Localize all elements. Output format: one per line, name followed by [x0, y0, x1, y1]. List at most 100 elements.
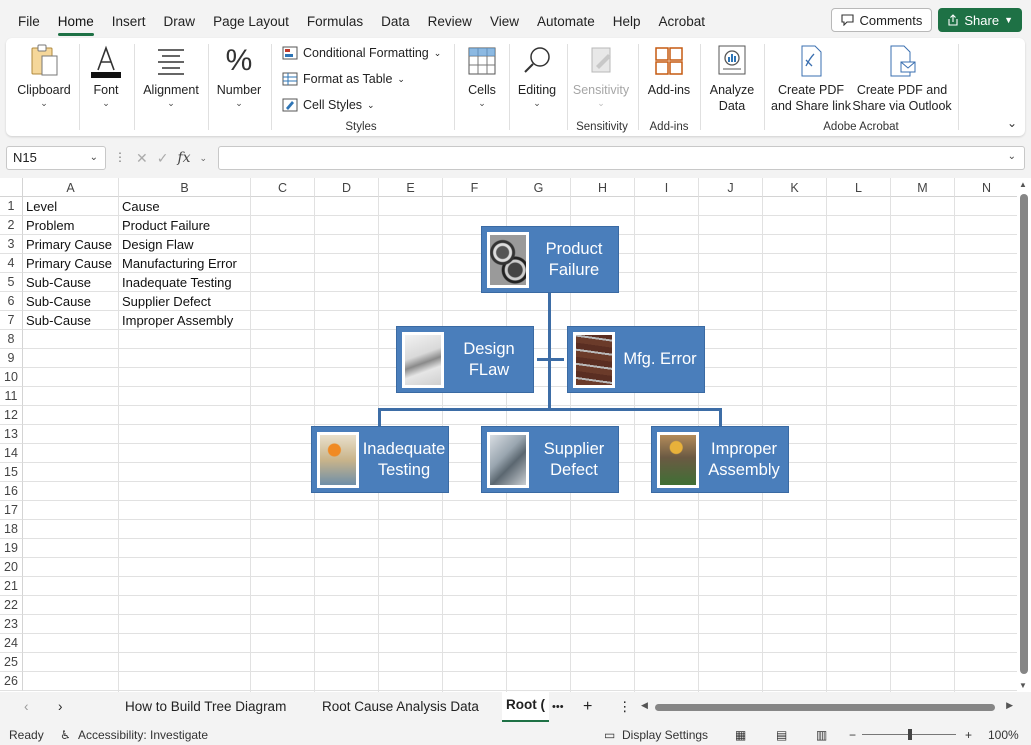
display-settings-button[interactable]: Display Settings — [622, 728, 708, 742]
scroll-left-icon[interactable]: ◀ — [641, 700, 648, 711]
add-ins-button[interactable]: Add-ins — [644, 44, 694, 98]
format-as-table-button[interactable]: Format as Table ⌄ — [282, 72, 405, 86]
row-header[interactable]: 23 — [0, 615, 23, 634]
menu-insert[interactable]: Insert — [103, 0, 155, 40]
row-header[interactable]: 3 — [0, 235, 23, 254]
sheet-options-icon[interactable]: ⋮ — [618, 692, 632, 722]
scroll-right-icon[interactable]: ▶ — [1006, 700, 1013, 711]
create-pdf-share-link-button[interactable]: Create PDF and Share link — [770, 44, 852, 114]
name-box[interactable]: N15 ⌄ — [6, 146, 106, 170]
column-header[interactable]: G — [507, 178, 571, 197]
row-header[interactable]: 22 — [0, 596, 23, 615]
row-header[interactable]: 10 — [0, 368, 23, 387]
add-sheet-button[interactable]: + — [583, 692, 592, 722]
menu-automate[interactable]: Automate — [528, 0, 604, 40]
row-header[interactable]: 13 — [0, 425, 23, 444]
column-header[interactable]: I — [635, 178, 699, 197]
number-button[interactable]: % Number ⌄ — [214, 44, 264, 108]
create-pdf-share-outlook-button[interactable]: Create PDF and Share via Outlook — [852, 44, 952, 114]
sensitivity-button[interactable]: Sensitivity ⌄ — [570, 44, 632, 108]
table-cell[interactable]: Manufacturing Error — [119, 254, 237, 273]
row-header[interactable]: 20 — [0, 558, 23, 577]
row-header[interactable]: 4 — [0, 254, 23, 273]
row-header[interactable]: 6 — [0, 292, 23, 311]
horizontal-scroll-thumb[interactable] — [655, 704, 995, 711]
vertical-scrollbar[interactable]: ▲ ▼ — [1017, 178, 1031, 692]
node-mfg-error[interactable]: Mfg. Error — [567, 326, 705, 393]
menu-view[interactable]: View — [481, 0, 528, 40]
tab-root-active[interactable]: Root ( — [502, 692, 549, 722]
conditional-formatting-button[interactable]: Conditional Formatting ⌄ — [282, 46, 441, 60]
editing-button[interactable]: Editing ⌄ — [514, 44, 560, 108]
ribbon-collapse-chevron-icon[interactable]: ⌄ — [1007, 116, 1017, 130]
menu-draw[interactable]: Draw — [155, 0, 205, 40]
table-cell[interactable]: Primary Cause — [23, 254, 112, 273]
alignment-button[interactable]: Alignment ⌄ — [140, 44, 202, 108]
page-break-view-icon[interactable]: ▥ — [816, 728, 827, 742]
vertical-scroll-thumb[interactable] — [1020, 194, 1028, 674]
menu-file[interactable]: File — [0, 0, 49, 40]
row-header[interactable]: 26 — [0, 672, 23, 691]
column-header[interactable]: F — [443, 178, 507, 197]
more-options-icon[interactable]: ⋮ — [114, 150, 126, 164]
menu-page-layout[interactable]: Page Layout — [204, 0, 298, 40]
table-cell[interactable]: Primary Cause — [23, 235, 112, 254]
column-header[interactable]: H — [571, 178, 635, 197]
table-cell[interactable]: Sub-Cause — [23, 292, 91, 311]
accessibility-status[interactable]: Accessibility: Investigate — [78, 728, 208, 742]
spreadsheet-grid[interactable]: ABCDEFGHIJKLMN 1 2 3 4 5 6 7 8 9 10 11 12 13 14 15 16 17… — [0, 178, 1031, 692]
tab-how-to-build-tree-diagram[interactable]: How to Build Tree Diagram — [125, 692, 286, 722]
row-header[interactable]: 24 — [0, 634, 23, 653]
menu-home[interactable]: Home — [49, 0, 103, 40]
menu-data[interactable]: Data — [372, 0, 419, 40]
cells-button[interactable]: Cells ⌄ — [462, 44, 502, 108]
row-header[interactable]: 17 — [0, 501, 23, 520]
row-header[interactable]: 5 — [0, 273, 23, 292]
check-icon[interactable]: ✓ — [157, 150, 169, 167]
tab-root-cause-analysis-data[interactable]: Root Cause Analysis Data — [322, 692, 479, 722]
table-cell[interactable]: Inadequate Testing — [119, 273, 232, 292]
horizontal-scrollbar[interactable]: ◀ ▶ — [641, 700, 1013, 713]
node-supplier-defect[interactable]: Supplier Defect — [481, 426, 619, 493]
column-header[interactable]: C — [251, 178, 315, 197]
cell-styles-button[interactable]: Cell Styles ⌄ — [282, 98, 375, 112]
chevron-down-icon[interactable]: ⌄ — [90, 147, 98, 169]
row-header[interactable]: 1 — [0, 197, 23, 216]
column-header[interactable]: K — [763, 178, 827, 197]
node-inadequate-testing[interactable]: Inadequate Testing — [311, 426, 449, 493]
row-header[interactable]: 11 — [0, 387, 23, 406]
scroll-up-icon[interactable]: ▲ — [1019, 180, 1027, 189]
table-cell[interactable]: Product Failure — [119, 216, 210, 235]
normal-view-icon[interactable]: ▦ — [735, 728, 746, 742]
node-design-flaw[interactable]: Design FLaw — [396, 326, 534, 393]
row-header[interactable]: 7 — [0, 311, 23, 330]
row-header[interactable]: 25 — [0, 653, 23, 672]
table-cell[interactable]: Supplier Defect — [119, 292, 211, 311]
column-header[interactable]: D — [315, 178, 379, 197]
font-button[interactable]: Font ⌄ — [86, 44, 126, 108]
column-header[interactable]: A — [23, 178, 119, 197]
column-header[interactable]: N — [955, 178, 1019, 197]
table-cell[interactable]: Design Flaw — [119, 235, 194, 254]
table-cell[interactable]: Cause — [119, 197, 160, 216]
next-sheet-icon[interactable]: › — [58, 692, 63, 722]
row-header[interactable]: 12 — [0, 406, 23, 425]
row-header[interactable]: 2 — [0, 216, 23, 235]
share-button[interactable]: Share ▼ — [938, 8, 1022, 32]
menu-help[interactable]: Help — [604, 0, 650, 40]
select-all-corner[interactable] — [0, 178, 23, 197]
row-header[interactable]: 8 — [0, 330, 23, 349]
table-cell[interactable]: Level — [23, 197, 57, 216]
node-product-failure[interactable]: Product Failure — [481, 226, 619, 293]
insert-function-button[interactable]: fx — [177, 150, 190, 166]
table-cell[interactable]: Problem — [23, 216, 74, 235]
analyze-data-button[interactable]: Analyze Data — [706, 44, 758, 114]
zoom-level[interactable]: 100% — [988, 728, 1019, 742]
node-improper-assembly[interactable]: Improper Assembly — [651, 426, 789, 493]
column-header[interactable]: B — [119, 178, 251, 197]
formula-input[interactable]: ⌄ — [218, 146, 1025, 170]
prev-sheet-icon[interactable]: ‹ — [24, 692, 29, 722]
menu-acrobat[interactable]: Acrobat — [650, 0, 715, 40]
menu-formulas[interactable]: Formulas — [298, 0, 372, 40]
table-cell[interactable]: Improper Assembly — [119, 311, 233, 330]
